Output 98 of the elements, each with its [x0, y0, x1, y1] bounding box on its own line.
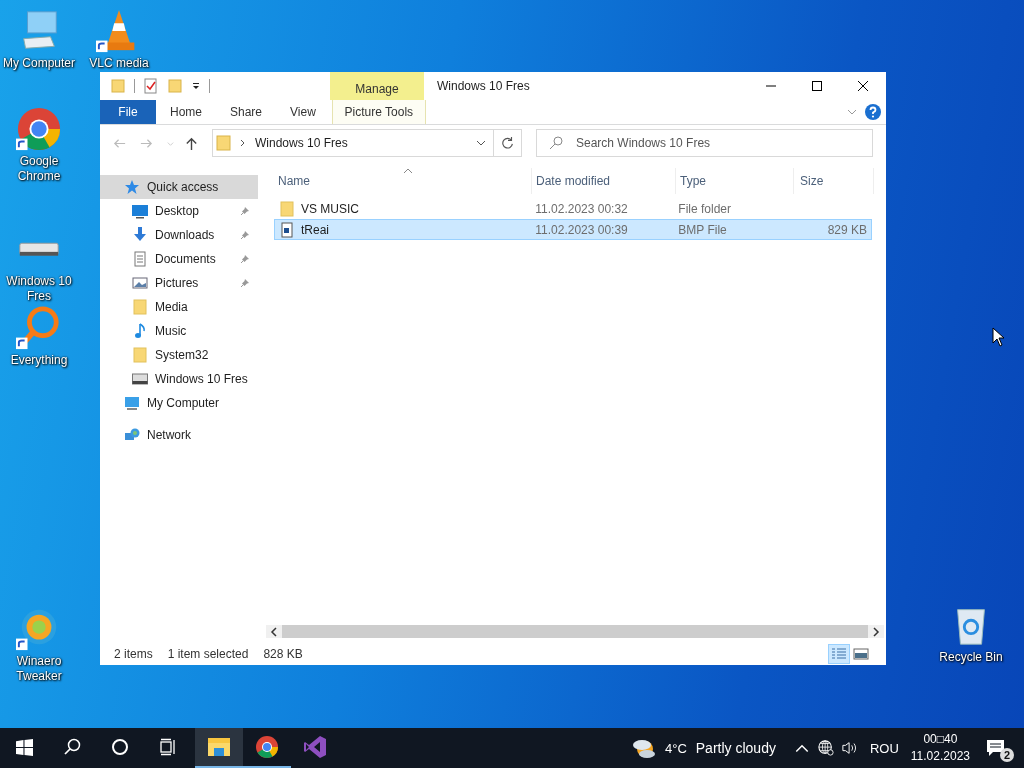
date-cell: 11.02.2023 00:39	[535, 222, 628, 237]
search-field[interactable]: Search Windows 10 Fres	[536, 129, 873, 157]
visual-studio-icon	[303, 735, 327, 759]
ribbon-tab[interactable]: View	[276, 100, 330, 124]
up-icon[interactable]	[184, 135, 199, 151]
pin-icon[interactable]	[240, 278, 250, 288]
input-language[interactable]: ROU	[869, 740, 899, 756]
help-icon[interactable]	[865, 104, 881, 120]
dropdown-caret-icon[interactable]	[476, 138, 486, 148]
windows-logo-icon	[15, 738, 33, 756]
file-row[interactable]: VS MUSIC 11.02.2023 00:32 File folder	[274, 198, 872, 219]
notification-count: 2	[1000, 748, 1014, 762]
address-bar[interactable]: Windows 10 Fres	[212, 129, 494, 157]
type-cell: File folder	[678, 201, 731, 216]
pictures-icon	[132, 275, 148, 291]
folder-icon	[132, 299, 148, 315]
icon-label: Everything	[9, 353, 69, 368]
selection-size: 828 KB	[263, 647, 303, 661]
refresh-button[interactable]	[494, 129, 522, 157]
circle-icon	[111, 738, 129, 756]
details-icon	[831, 647, 847, 661]
customize-caret-icon[interactable]	[191, 81, 201, 91]
properties-icon[interactable]	[143, 78, 159, 94]
navigation-item[interactable]: Music	[100, 319, 258, 343]
ribbon-tab[interactable]: Home	[156, 100, 216, 124]
folder-icon	[216, 135, 232, 151]
chrome-icon[interactable]	[16, 106, 62, 152]
search-icon	[63, 738, 81, 756]
download-icon	[132, 227, 148, 243]
selection-count: 1 item selected	[167, 647, 249, 661]
temperature[interactable]: 4°C	[664, 740, 687, 756]
drive-icon	[132, 371, 148, 387]
navigation-item[interactable]: Desktop	[100, 199, 258, 223]
file-explorer-button[interactable]	[195, 728, 243, 768]
network-icon	[124, 427, 140, 443]
file-row[interactable]: tReai 11.02.2023 00:39 BMP File 829 KB	[274, 219, 872, 240]
weather-condition[interactable]: Partly cloudy	[695, 740, 776, 756]
item-count: 2 items	[114, 647, 153, 661]
file-name: tReai	[301, 222, 329, 237]
music-icon	[132, 323, 148, 339]
navigation-item[interactable]: Pictures	[100, 271, 258, 295]
pin-icon[interactable]	[240, 254, 250, 264]
icon-label: Recycle Bin	[938, 650, 1004, 665]
refresh-icon	[500, 136, 515, 150]
column-header[interactable]: Date modified	[532, 168, 676, 194]
desktop-icon	[132, 203, 148, 219]
navigation-item[interactable]: Media	[100, 295, 258, 319]
sort-caret-icon	[403, 168, 413, 174]
ribbon-tab[interactable]: Share	[216, 100, 277, 124]
icon-label: Winaero Tweaker	[15, 654, 63, 684]
column-header[interactable]: Name	[274, 168, 532, 194]
pin-icon[interactable]	[240, 230, 250, 240]
file-name: VS MUSIC	[301, 201, 359, 216]
expand-ribbon-icon[interactable]	[847, 107, 857, 117]
computer-icon	[124, 395, 140, 411]
globe-icon[interactable]	[817, 740, 834, 756]
manage-tab[interactable]: Manage	[330, 72, 424, 100]
chevron-icon	[240, 138, 246, 148]
star-icon	[124, 179, 140, 195]
cursor-icon	[992, 327, 1006, 347]
clock-date[interactable]: 11.02.2023	[910, 748, 970, 765]
chrome-icon	[255, 735, 279, 759]
navigation-item[interactable]: Windows 10 Fres	[100, 367, 258, 391]
navigation-item[interactable]: Downloads	[100, 223, 258, 247]
image-file-icon	[279, 221, 295, 238]
column-header[interactable]: Size	[794, 168, 874, 194]
pin-icon[interactable]	[240, 206, 250, 216]
speaker-icon[interactable]	[841, 740, 858, 756]
column-header[interactable]: Type	[676, 168, 794, 194]
navigation-item[interactable]: My Computer	[100, 391, 258, 415]
navigation-item[interactable]: Network	[100, 423, 258, 447]
file-menu-tab[interactable]: File	[100, 100, 156, 124]
folder-icon	[279, 200, 295, 217]
folder-icon	[132, 347, 148, 363]
document-icon	[132, 251, 148, 267]
magnifier-icon[interactable]	[16, 305, 62, 351]
task-view-icon	[159, 738, 177, 756]
icon-label: Windows 10 Fres	[5, 274, 73, 304]
type-cell: BMP File	[678, 222, 727, 237]
size-cell: 829 KB	[827, 222, 867, 237]
clock-time[interactable]: 00□40	[923, 731, 958, 748]
icon-label: My Computer	[2, 56, 76, 71]
contextual-ribbon-tab[interactable]: Picture Tools	[331, 100, 426, 124]
navigation-item[interactable]: System32	[100, 343, 258, 367]
maximize-icon	[812, 81, 822, 91]
navigation-item[interactable]: Documents	[100, 247, 258, 271]
horizontal-scrollbar[interactable]	[266, 625, 884, 638]
folder-icon	[207, 737, 231, 757]
icon-label: VLC media	[88, 56, 150, 71]
window-title: Windows 10 Fres	[437, 79, 530, 93]
weather-icon[interactable]	[630, 737, 657, 759]
search-icon	[548, 135, 564, 151]
icon-label: Google Chrome	[16, 154, 62, 184]
date-cell: 11.02.2023 00:32	[535, 201, 628, 216]
thumbnail-icon	[853, 647, 869, 661]
notifications-icon[interactable]	[986, 739, 1006, 757]
navigation-item[interactable]: Quick access	[100, 175, 258, 199]
close-icon	[858, 81, 868, 91]
